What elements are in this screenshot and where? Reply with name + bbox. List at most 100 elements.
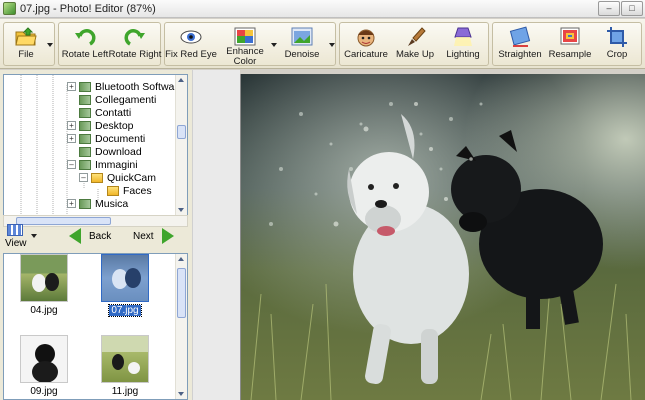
- resample-button[interactable]: Resample: [547, 23, 593, 67]
- tree-item-contatti[interactable]: Contatti: [79, 106, 131, 119]
- resample-label: Resample: [548, 49, 592, 60]
- maximize-button[interactable]: □: [621, 1, 643, 16]
- scroll-thumb[interactable]: [177, 125, 186, 139]
- tree-item-faces[interactable]: Faces: [107, 184, 152, 197]
- thumbnail-image: [101, 254, 149, 302]
- expand-icon[interactable]: +: [67, 121, 76, 130]
- fix-red-eye-label: Fix Red Eye: [165, 49, 217, 60]
- tree-item-label: Collegamenti: [95, 93, 157, 106]
- thumbnail-item[interactable]: 07.jpg: [95, 254, 155, 324]
- view-dropdown-arrow[interactable]: [31, 234, 37, 238]
- face-icon: [354, 26, 378, 48]
- tree-item-label: Immagini: [95, 158, 138, 171]
- collapse-icon[interactable]: –: [79, 173, 88, 182]
- collapse-icon[interactable]: –: [67, 160, 76, 169]
- rotate-right-icon: [123, 26, 147, 48]
- thumbnail-item[interactable]: 04.jpg: [14, 254, 74, 324]
- thumbnail-image: [101, 335, 149, 383]
- make-up-button[interactable]: Make Up: [392, 23, 438, 67]
- effects-group: Caricature Make Up Lighting: [339, 22, 489, 66]
- title-bar: 07.jpg - Photo! Editor (87%) – □: [0, 0, 645, 18]
- tree-item-label: QuickCam: [107, 171, 157, 184]
- folder-icon: [79, 107, 91, 118]
- scroll-thumb[interactable]: [177, 268, 186, 318]
- expand-icon[interactable]: +: [67, 199, 76, 208]
- tree-item-bluetooth-software[interactable]: + Bluetooth Software: [67, 80, 184, 93]
- enhance-group: Fix Red Eye Enhance Color Denoise: [164, 22, 336, 67]
- next-arrow-icon: [161, 228, 174, 244]
- lighting-button[interactable]: Lighting: [440, 23, 486, 67]
- open-folder-icon: [14, 26, 38, 48]
- brush-icon: [403, 26, 427, 48]
- photo-canvas[interactable]: [240, 74, 645, 400]
- minimize-button[interactable]: –: [598, 1, 620, 16]
- scroll-down-icon[interactable]: [178, 392, 184, 396]
- expand-icon[interactable]: +: [67, 82, 76, 91]
- view-label: View: [5, 238, 27, 249]
- enhance-color-button[interactable]: Enhance Color: [221, 23, 269, 67]
- tree-item-desktop[interactable]: + Desktop: [67, 119, 134, 132]
- file-dropdown-arrow[interactable]: [47, 43, 53, 47]
- thumbnail-caption: 09.jpg: [30, 386, 58, 397]
- crop-icon: [605, 26, 629, 48]
- back-button[interactable]: Back: [69, 227, 111, 245]
- folder-icon: [79, 133, 91, 144]
- tree-item-documenti[interactable]: + Documenti: [67, 132, 145, 145]
- tree-item-label: Documenti: [95, 132, 146, 145]
- rotate-right-label: Rotate Right: [108, 49, 162, 60]
- tree-item-download[interactable]: Download: [79, 145, 142, 158]
- file-button[interactable]: File: [7, 23, 45, 67]
- back-label: Back: [89, 230, 112, 242]
- expand-icon[interactable]: +: [67, 134, 76, 143]
- rotate-left-label: Rotate Left: [61, 49, 109, 60]
- navigation-bar: View Back Next: [3, 222, 188, 250]
- folder-icon: [79, 146, 91, 157]
- tree-item-musica[interactable]: + Musica: [67, 197, 128, 210]
- tree-item-label: Musica: [95, 197, 129, 210]
- rotate-left-button[interactable]: Rotate Left: [61, 23, 109, 67]
- enhance-color-dropdown-arrow[interactable]: [271, 43, 277, 47]
- scroll-down-icon[interactable]: [178, 208, 184, 212]
- thumbnail-image: [20, 254, 68, 302]
- toolbar: File Rotate Left Rotate Right Fix Red Ey…: [0, 19, 645, 69]
- crop-label: Crop: [606, 49, 628, 60]
- thumbnail-caption: 07.jpg: [108, 304, 142, 317]
- tree-item-quickcam[interactable]: – QuickCam: [79, 171, 156, 184]
- thumbnail-item[interactable]: 09.jpg: [14, 335, 74, 399]
- denoise-icon: [290, 26, 314, 48]
- thumbnail-item[interactable]: 11.jpg: [95, 335, 155, 399]
- caricature-button[interactable]: Caricature: [342, 23, 390, 67]
- denoise-button[interactable]: Denoise: [279, 23, 325, 67]
- folder-icon: [79, 94, 91, 105]
- tree-scrollbar[interactable]: [175, 75, 187, 215]
- thumbnails-scrollbar[interactable]: [175, 254, 187, 399]
- enhance-color-label-2: Color: [233, 56, 257, 67]
- back-arrow-icon: [69, 228, 81, 244]
- file-group: File: [3, 22, 55, 66]
- folder-icon: [79, 120, 91, 131]
- enhance-color-icon: [233, 26, 257, 47]
- folder-icon: [91, 172, 103, 183]
- lighting-label: Lighting: [446, 49, 480, 60]
- tree-item-collegamenti[interactable]: Collegamenti: [79, 93, 156, 106]
- denoise-dropdown-arrow[interactable]: [329, 43, 335, 47]
- thumbnail-image: [20, 335, 68, 383]
- rotate-right-button[interactable]: Rotate Right: [108, 23, 162, 67]
- scroll-up-icon[interactable]: [178, 257, 184, 261]
- next-button[interactable]: Next: [133, 227, 174, 245]
- fix-red-eye-button[interactable]: Fix Red Eye: [165, 23, 217, 67]
- thumbnail-caption: 11.jpg: [111, 386, 139, 397]
- scroll-up-icon[interactable]: [178, 78, 184, 82]
- thumbnail-grid: 04.jpg 07.jpg 09.jpg 11.jpg: [3, 253, 188, 400]
- eye-icon: [179, 26, 203, 48]
- app-icon: [3, 2, 16, 15]
- panel-splitter[interactable]: [192, 70, 240, 400]
- folder-icon: [79, 198, 91, 209]
- straighten-label: Straighten: [498, 49, 542, 60]
- straighten-button[interactable]: Straighten: [495, 23, 545, 67]
- crop-button[interactable]: Crop: [595, 23, 639, 67]
- straighten-icon: [508, 26, 532, 48]
- file-label: File: [18, 49, 34, 60]
- tree-item-label: Contatti: [95, 106, 132, 119]
- tree-item-immagini[interactable]: – Immagini: [67, 158, 138, 171]
